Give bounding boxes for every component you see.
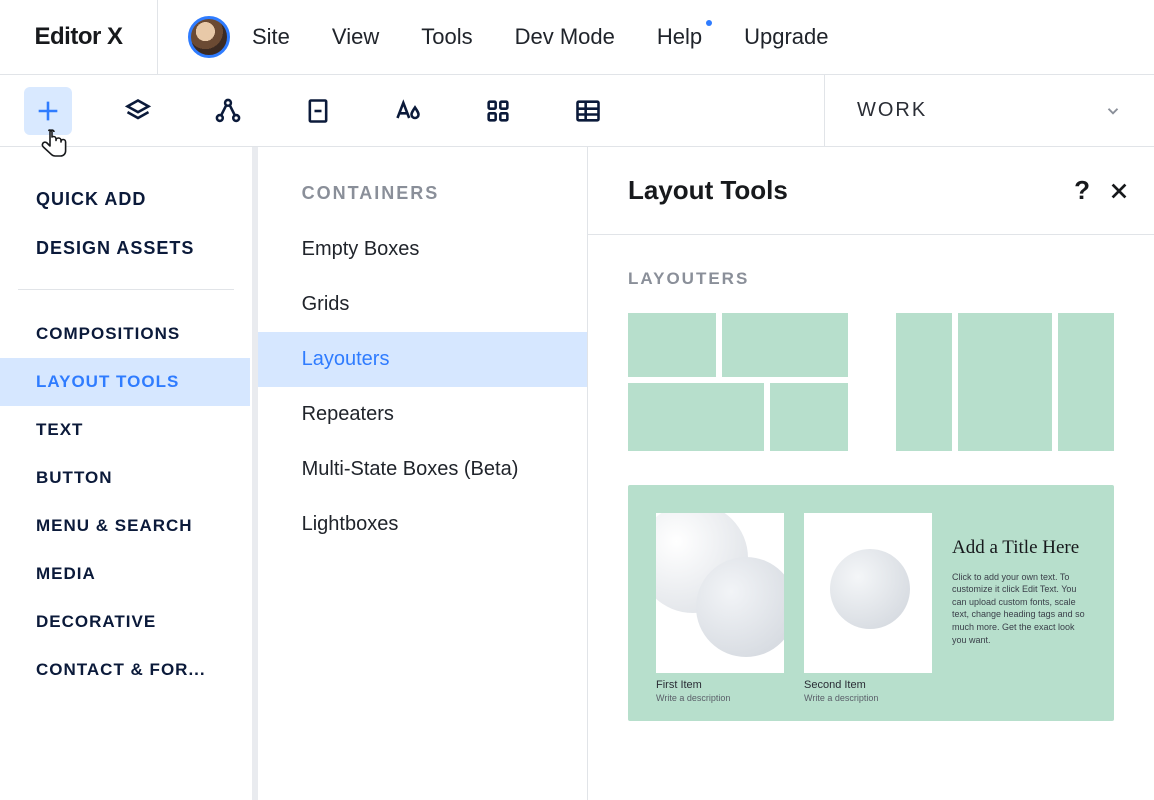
site-structure-button[interactable] xyxy=(204,87,252,135)
card-image-1 xyxy=(656,513,784,673)
menu-upgrade[interactable]: Upgrade xyxy=(744,24,828,50)
cat-compositions[interactable]: COMPOSITIONS xyxy=(0,310,252,358)
menubar: Editor X Site View Tools Dev Mode Help U… xyxy=(0,0,1154,75)
notification-dot-icon xyxy=(706,20,712,26)
app-logo: Editor X xyxy=(0,0,158,75)
design-assets[interactable]: DESIGN ASSETS xyxy=(36,224,216,273)
avatar[interactable] xyxy=(188,16,230,58)
quick-add[interactable]: QUICK ADD xyxy=(36,175,216,224)
toolbar: WORK xyxy=(0,75,1154,147)
preview-panel: Layout Tools ? LAYOUTERS First It xyxy=(588,147,1154,800)
grid-apps-icon xyxy=(484,97,512,125)
divider xyxy=(18,289,234,290)
menu-view[interactable]: View xyxy=(332,24,379,50)
page-icon xyxy=(304,97,332,125)
cat-media[interactable]: MEDIA xyxy=(0,550,252,598)
plus-icon xyxy=(34,97,62,125)
card-first-sub: Write a description xyxy=(656,693,784,703)
card-image-2 xyxy=(804,513,932,673)
add-panel-categories: QUICK ADD DESIGN ASSETS COMPOSITIONS LAY… xyxy=(0,147,258,800)
menu-tools[interactable]: Tools xyxy=(421,24,472,50)
card-text-title: Add a Title Here xyxy=(952,535,1086,561)
menu-site[interactable]: Site xyxy=(252,24,290,50)
card-first-label: First Item xyxy=(656,679,784,691)
cat-contact-forms[interactable]: CONTACT & FOR... xyxy=(0,646,252,694)
theme-button[interactable] xyxy=(384,87,432,135)
workspace: QUICK ADD DESIGN ASSETS COMPOSITIONS LAY… xyxy=(0,147,1154,800)
pages-button[interactable] xyxy=(294,87,342,135)
content-mgr-button[interactable] xyxy=(564,87,612,135)
cat-layout-tools[interactable]: LAYOUT TOOLS xyxy=(0,358,250,406)
text-drop-icon xyxy=(394,97,422,125)
add-button[interactable] xyxy=(24,87,72,135)
add-panel-subcategories: CONTAINERS Empty Boxes Grids Layouters R… xyxy=(258,147,588,800)
panel-header: Layout Tools ? xyxy=(588,147,1154,235)
sub-repeaters[interactable]: Repeaters xyxy=(258,387,587,442)
sub-grids[interactable]: Grids xyxy=(258,277,587,332)
menu-dev-mode[interactable]: Dev Mode xyxy=(515,24,615,50)
section-title-containers: CONTAINERS xyxy=(258,183,587,222)
cat-menu-search[interactable]: MENU & SEARCH xyxy=(0,502,252,550)
nodes-icon xyxy=(214,97,242,125)
sub-layouters[interactable]: Layouters xyxy=(258,332,587,387)
card-text-desc: Click to add your own text. To customize… xyxy=(952,571,1086,647)
sub-multi-state[interactable]: Multi-State Boxes (Beta) xyxy=(258,442,587,497)
sub-empty-boxes[interactable]: Empty Boxes xyxy=(258,222,587,277)
menu-help[interactable]: Help xyxy=(657,24,702,50)
card-second-sub: Write a description xyxy=(804,693,932,703)
chevron-down-icon xyxy=(1104,102,1122,120)
help-icon[interactable]: ? xyxy=(1074,175,1090,206)
apps-button[interactable] xyxy=(474,87,522,135)
subsection-title: LAYOUTERS xyxy=(628,269,1114,289)
page-selector-label: WORK xyxy=(857,99,927,122)
sub-lightboxes[interactable]: Lightboxes xyxy=(258,497,587,552)
cat-button[interactable]: BUTTON xyxy=(0,454,252,502)
layouter-preview-card[interactable]: First Item Write a description Second It… xyxy=(628,485,1114,721)
page-selector[interactable]: WORK xyxy=(824,75,1154,147)
close-icon[interactable] xyxy=(1108,180,1130,202)
cat-text[interactable]: TEXT xyxy=(0,406,252,454)
menu-items: Site View Tools Dev Mode Help Upgrade xyxy=(252,24,829,50)
layers-icon xyxy=(124,97,152,125)
cat-decorative[interactable]: DECORATIVE xyxy=(0,598,252,646)
layers-button[interactable] xyxy=(114,87,162,135)
table-icon xyxy=(574,97,602,125)
card-second-label: Second Item xyxy=(804,679,932,691)
panel-title: Layout Tools xyxy=(628,175,788,206)
layouter-preview-1[interactable] xyxy=(628,313,848,451)
layouter-preview-2[interactable] xyxy=(896,313,1114,451)
